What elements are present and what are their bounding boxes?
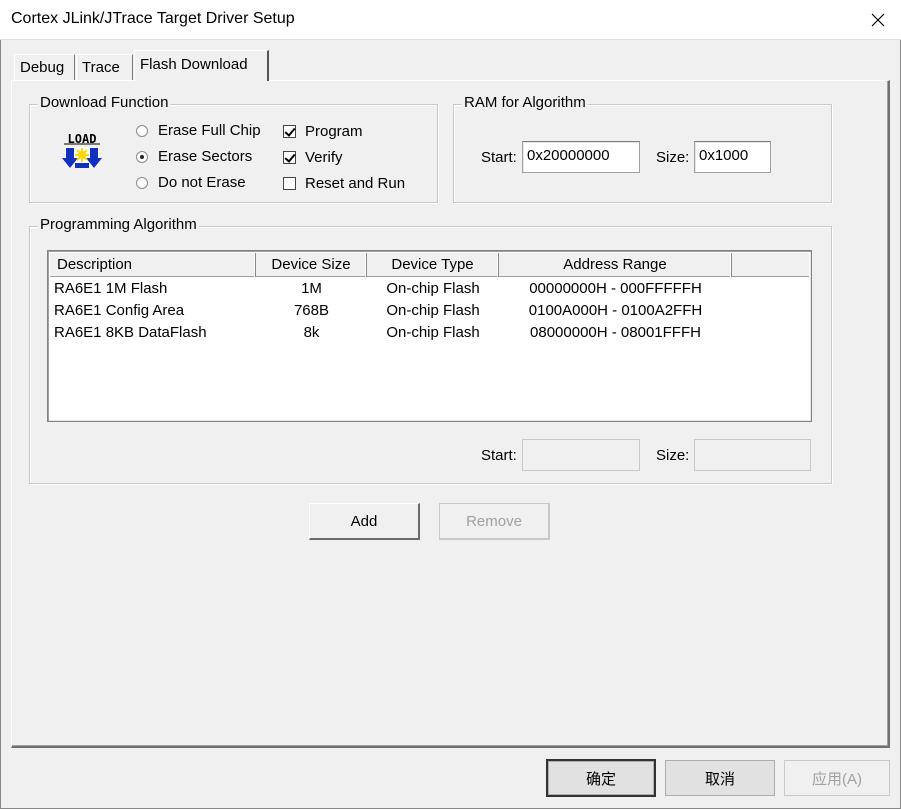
cell-description: RA6E1 Config Area [54, 302, 185, 319]
cell-device-size: 8k [303, 324, 320, 341]
cell-device-size: 768B [293, 302, 330, 319]
button-label: 取消 [704, 770, 735, 788]
radio-erase-sectors[interactable]: Erase Sectors [136, 148, 252, 165]
load-icon: LOAD [62, 130, 102, 170]
group-legend: RAM for Algorithm [462, 94, 588, 111]
button-label: Add [350, 512, 378, 530]
checkbox-label: Program [305, 123, 363, 140]
radio-erase-full-chip[interactable]: Erase Full Chip [136, 122, 261, 139]
cell-description: RA6E1 1M Flash [54, 280, 168, 297]
algorithm-start-input[interactable] [522, 439, 640, 471]
table-row[interactable]: RA6E1 Config Area 768B On-chip Flash 010… [50, 302, 809, 324]
column-header-label: Description [57, 256, 133, 273]
algorithm-size-label: Size: [656, 447, 690, 464]
group-legend: Programming Algorithm [38, 216, 199, 233]
column-header-filler [732, 253, 811, 277]
ram-start-input[interactable]: 0x20000000 [522, 141, 640, 173]
radio-indicator [136, 150, 148, 163]
apply-button[interactable]: 应用(A) [784, 760, 890, 796]
button-label: 确定 [585, 770, 616, 788]
column-header-label: Device Size [271, 256, 351, 273]
checkbox-reset-and-run[interactable]: Reset and Run [283, 175, 405, 192]
tab-flash-download[interactable]: Flash Download [134, 50, 269, 81]
ram-size-input[interactable]: 0x1000 [694, 141, 771, 173]
group-legend: Download Function [38, 94, 171, 111]
tab-debug[interactable]: Debug [14, 54, 75, 81]
radio-indicator [136, 176, 148, 189]
cancel-button[interactable]: 取消 [665, 760, 775, 796]
algorithm-size-input[interactable] [694, 439, 811, 471]
radio-label: Erase Sectors [158, 148, 253, 165]
checkbox-indicator [283, 151, 296, 164]
ram-size-label: Size: [656, 149, 690, 166]
algorithm-start-label: Start: [481, 447, 517, 464]
checkbox-program[interactable]: Program [283, 123, 363, 140]
column-header-device-size[interactable]: Device Size [256, 253, 367, 277]
tab-label: Flash Download [140, 56, 248, 73]
checkbox-label: Reset and Run [305, 175, 406, 192]
column-header-description[interactable]: Description [50, 253, 256, 277]
cell-description: RA6E1 8KB DataFlash [54, 324, 207, 341]
column-header-address-range[interactable]: Address Range [499, 253, 732, 277]
list-header: Description Device Size Device Type Addr… [50, 253, 809, 277]
cell-device-type: On-chip Flash [386, 324, 480, 341]
algorithm-list[interactable]: Description Device Size Device Type Addr… [47, 250, 812, 422]
tab-label: Trace [82, 59, 120, 76]
close-button[interactable] [855, 0, 901, 40]
tab-trace[interactable]: Trace [76, 54, 133, 81]
close-icon [871, 13, 885, 27]
cell-device-type: On-chip Flash [386, 280, 480, 297]
column-header-label: Device Type [391, 256, 474, 273]
cell-address-range: 08000000H - 08001FFFH [530, 324, 701, 341]
ok-button[interactable]: 确定 [546, 759, 656, 797]
button-label: 应用(A) [812, 770, 862, 788]
checkbox-verify[interactable]: Verify [283, 149, 343, 166]
radio-indicator [136, 124, 148, 137]
checkbox-indicator [283, 177, 296, 190]
checkbox-label: Verify [305, 149, 343, 166]
add-button[interactable]: Add [309, 503, 420, 540]
table-row[interactable]: RA6E1 8KB DataFlash 8k On-chip Flash 080… [50, 324, 809, 346]
cell-device-type: On-chip Flash [386, 302, 480, 319]
cell-address-range: 00000000H - 000FFFFFH [529, 280, 702, 297]
ram-start-label: Start: [481, 149, 517, 166]
radio-label: Erase Full Chip [158, 122, 261, 139]
radio-do-not-erase[interactable]: Do not Erase [136, 174, 246, 191]
checkbox-indicator [283, 125, 296, 138]
column-header-label: Address Range [563, 256, 667, 273]
window-title: Cortex JLink/JTrace Target Driver Setup [11, 10, 295, 27]
cell-address-range: 0100A000H - 0100A2FFH [528, 302, 703, 319]
cell-device-size: 1M [301, 280, 322, 297]
title-bar: Cortex JLink/JTrace Target Driver Setup [0, 0, 901, 40]
button-label: Remove [466, 512, 522, 530]
tab-label: Debug [20, 59, 65, 76]
column-header-device-type[interactable]: Device Type [367, 253, 499, 277]
remove-button[interactable]: Remove [439, 503, 550, 540]
table-row[interactable]: RA6E1 1M Flash 1M On-chip Flash 00000000… [50, 280, 809, 302]
radio-label: Do not Erase [158, 174, 246, 191]
